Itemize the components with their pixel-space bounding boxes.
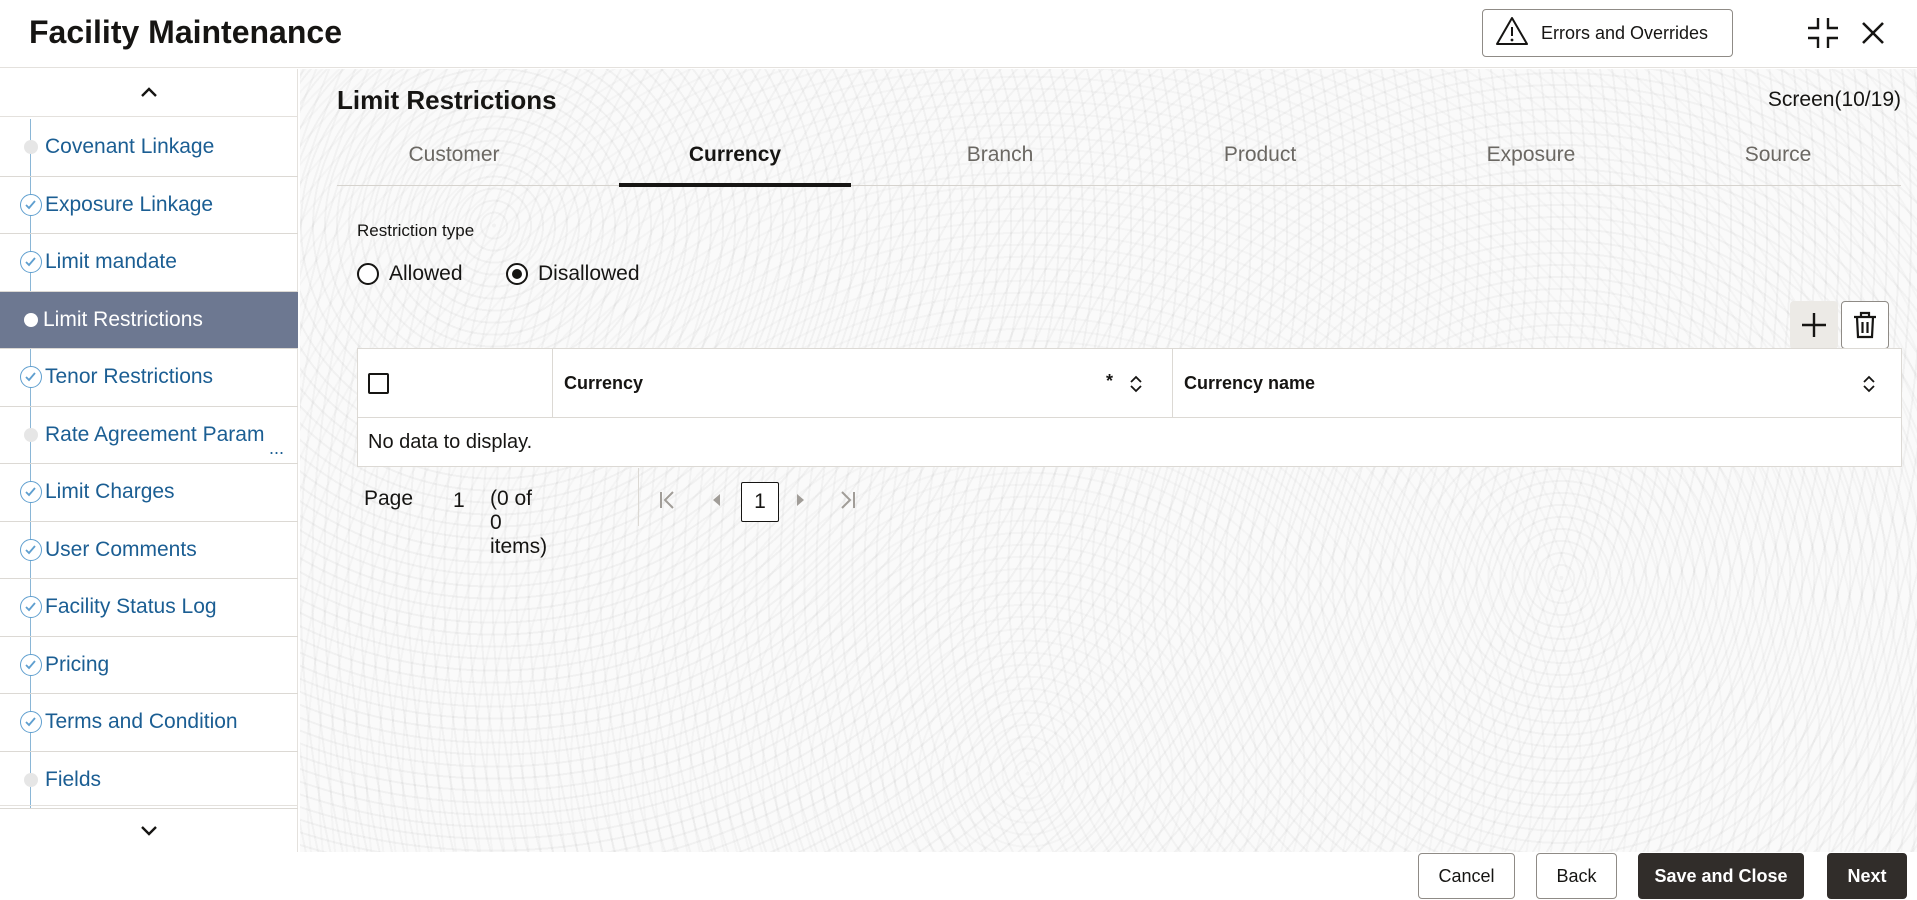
column-currency-name-label: Currency name xyxy=(1184,373,1316,393)
column-currency[interactable]: Currency * xyxy=(553,349,1173,418)
tab-bar: Customer Currency Branch Product Exposur… xyxy=(337,124,1901,187)
sort-icon[interactable] xyxy=(1127,374,1145,394)
required-marker: * xyxy=(1105,371,1113,391)
restriction-type-label: Restriction type xyxy=(357,221,475,240)
check-circle-icon xyxy=(20,653,42,676)
tab-currency[interactable]: Currency xyxy=(619,124,851,187)
sidebar-item-limit-mandate[interactable]: Limit mandate xyxy=(0,234,298,292)
check-circle-icon xyxy=(20,596,42,619)
step-dot-icon xyxy=(24,772,38,787)
column-currency-name[interactable]: Currency name xyxy=(1173,349,1903,418)
step-dot-icon xyxy=(24,140,38,155)
delete-row-button[interactable] xyxy=(1841,301,1889,349)
sidebar-item-fields[interactable]: Fields xyxy=(0,751,298,809)
add-row-button[interactable] xyxy=(1790,301,1838,349)
save-and-close-button[interactable]: Save and Close xyxy=(1638,853,1804,899)
errors-button-label: Errors and Overrides xyxy=(1541,22,1709,43)
page-title: Limit Restrictions xyxy=(337,85,557,115)
collapse-icon[interactable] xyxy=(1806,16,1840,50)
app-title: Facility Maintenance xyxy=(29,14,342,50)
sidebar: Covenant Linkage Exposure Linkage Limit ma… xyxy=(0,69,298,852)
sidebar-item-covenant-linkage[interactable]: Covenant Linkage xyxy=(0,119,298,177)
cancel-button[interactable]: Cancel xyxy=(1418,853,1515,899)
sidebar-item-label: Limit Restrictions xyxy=(43,307,203,331)
close-icon[interactable] xyxy=(1856,16,1890,50)
grid-header: Currency * Currency name xyxy=(358,349,1901,418)
sidebar-item-label: Fields xyxy=(45,767,102,791)
select-all-cell xyxy=(358,349,553,418)
app-header: Facility Maintenance Errors and Override… xyxy=(0,0,1917,68)
sidebar-item-pricing[interactable]: Pricing xyxy=(0,636,298,694)
check-circle-icon xyxy=(20,711,42,734)
sidebar-nav-list: Covenant Linkage Exposure Linkage Limit ma… xyxy=(0,119,298,809)
sidebar-item-exposure-linkage[interactable]: Exposure Linkage xyxy=(0,176,298,234)
pager-divider xyxy=(638,468,639,526)
tab-exposure[interactable]: Exposure xyxy=(1414,124,1648,186)
chevron-down-icon xyxy=(141,825,157,836)
radio-button[interactable] xyxy=(357,263,379,285)
check-circle-icon xyxy=(20,193,42,216)
radio-label-allowed: Allowed xyxy=(389,262,463,285)
next-page-icon[interactable] xyxy=(788,488,812,512)
sidebar-item-terms-and-condition[interactable]: Terms and Condition xyxy=(0,694,298,752)
sidebar-item-tenor-restrictions[interactable]: Tenor Restrictions xyxy=(0,349,298,407)
errors-and-overrides-button[interactable]: Errors and Overrides xyxy=(1482,9,1733,57)
currency-grid: Currency * Currency name No data to disp… xyxy=(357,348,1902,467)
check-circle-icon xyxy=(20,481,42,504)
radio-allowed[interactable]: Allowed xyxy=(357,262,463,286)
sidebar-item-limit-charges[interactable]: Limit Charges xyxy=(0,464,298,522)
trash-icon xyxy=(1854,311,1876,339)
sidebar-item-label: Limit Charges xyxy=(45,480,175,504)
sidebar-item-label: Tenor Restrictions xyxy=(45,365,214,389)
sidebar-item-user-comments[interactable]: User Comments xyxy=(0,521,298,579)
first-page-icon[interactable] xyxy=(656,488,680,512)
sidebar-item-label: Rate Agreement Param xyxy=(45,422,265,446)
page-label: Page xyxy=(364,487,414,510)
page-number: 1 xyxy=(453,489,465,512)
chevron-up-icon xyxy=(141,86,157,97)
sidebar-item-label: Exposure Linkage xyxy=(45,192,214,216)
page-item-count: (0 of 0 items) xyxy=(490,487,548,558)
truncation-ellipsis: ... xyxy=(268,438,284,458)
sidebar-item-label: Covenant Linkage xyxy=(45,135,215,159)
sidebar-scroll-up-button[interactable] xyxy=(0,69,298,117)
current-page-box[interactable]: 1 xyxy=(741,482,779,522)
radio-disallowed[interactable]: Disallowed xyxy=(506,262,640,286)
sort-icon[interactable] xyxy=(1860,374,1878,394)
warning-icon xyxy=(1495,16,1529,51)
plus-icon xyxy=(1802,313,1826,337)
last-page-icon[interactable] xyxy=(835,488,859,512)
next-button[interactable]: Next xyxy=(1827,853,1907,899)
radio-button-selected[interactable] xyxy=(506,263,528,285)
check-circle-icon xyxy=(20,538,42,561)
column-currency-label: Currency xyxy=(564,373,644,393)
step-dot-icon xyxy=(24,427,38,442)
sidebar-item-label: Pricing xyxy=(45,652,110,676)
sidebar-item-label: Facility Status Log xyxy=(45,595,217,619)
sidebar-item-limit-restrictions[interactable]: Limit Restrictions xyxy=(0,291,298,349)
sidebar-scroll-down-button[interactable] xyxy=(0,805,298,853)
tab-product[interactable]: Product xyxy=(1143,124,1377,186)
screen-counter: Screen(10/19) xyxy=(1767,88,1901,111)
previous-page-icon[interactable] xyxy=(705,488,729,512)
select-all-checkbox[interactable] xyxy=(368,373,389,394)
sidebar-item-label: Terms and Condition xyxy=(45,710,238,734)
step-dot-icon xyxy=(24,312,38,327)
sidebar-item-label: User Comments xyxy=(45,537,197,561)
grid-empty-message: No data to display. xyxy=(368,430,533,453)
back-button[interactable]: Back xyxy=(1536,853,1617,899)
main-content: Limit Restrictions Screen(10/19) Custome… xyxy=(300,69,1917,852)
sidebar-item-rate-agreement-param[interactable]: Rate Agreement Param... xyxy=(0,406,298,464)
check-circle-icon xyxy=(20,251,42,274)
sidebar-item-facility-status-log[interactable]: Facility Status Log xyxy=(0,579,298,637)
tab-source[interactable]: Source xyxy=(1655,124,1901,186)
tab-customer[interactable]: Customer xyxy=(337,124,571,186)
check-circle-icon xyxy=(20,366,42,389)
sidebar-item-label: Limit mandate xyxy=(45,250,177,274)
tab-branch[interactable]: Branch xyxy=(883,124,1117,186)
radio-label-disallowed: Disallowed xyxy=(538,262,640,285)
